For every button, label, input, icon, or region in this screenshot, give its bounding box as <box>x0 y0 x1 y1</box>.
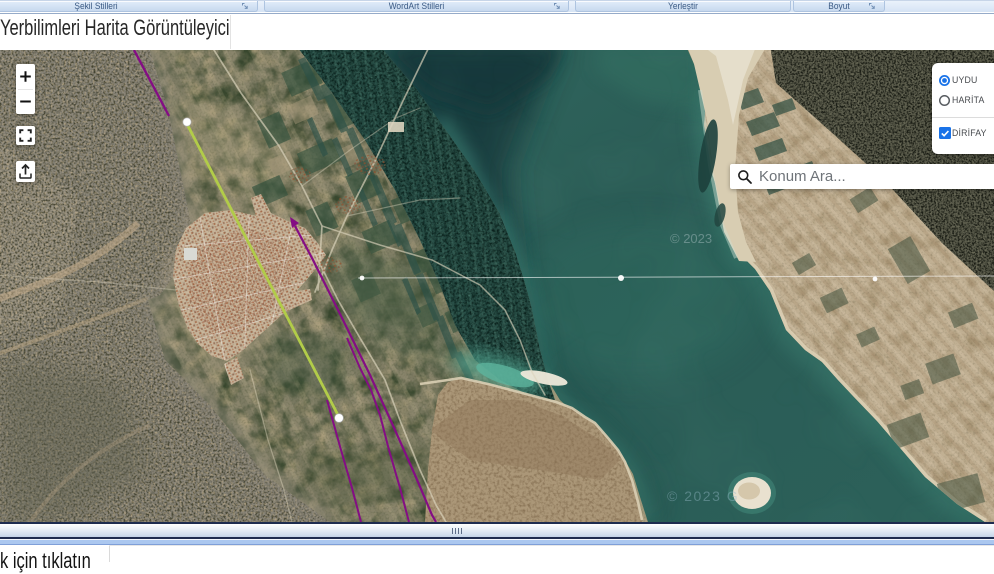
svg-text:© 2023: © 2023 <box>670 231 712 246</box>
svg-text:© 2023 G: © 2023 G <box>667 488 739 504</box>
